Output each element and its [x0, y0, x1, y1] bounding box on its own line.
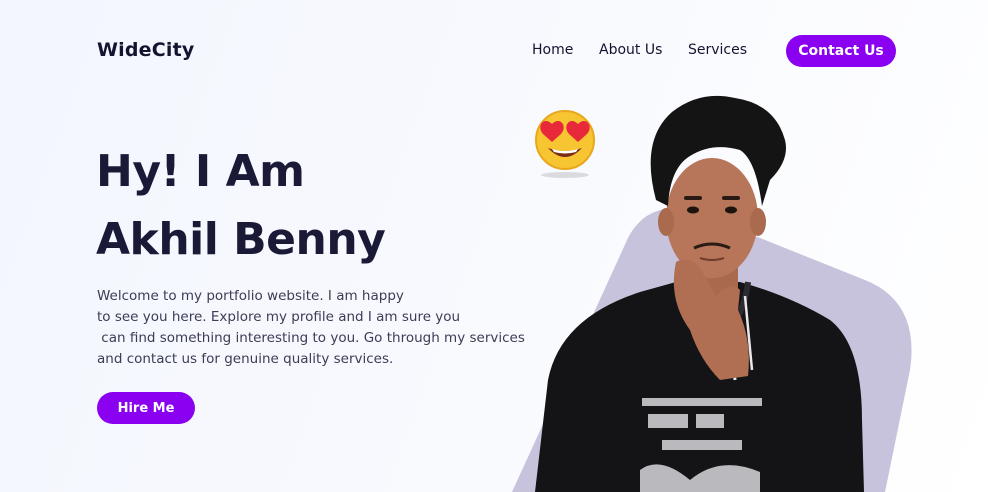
- nav-home[interactable]: Home: [532, 42, 573, 58]
- intro-line: to see you here. Explore my profile and …: [97, 309, 461, 325]
- intro-paragraph: Welcome to my portfolio website. I am ha…: [97, 286, 557, 370]
- intro-line: can find something interesting to you. G…: [97, 330, 525, 346]
- nav-services[interactable]: Services: [688, 42, 747, 58]
- heart-eyes-emoji-icon: [535, 110, 595, 178]
- contact-us-button[interactable]: Contact Us: [786, 35, 896, 67]
- intro-line: Welcome to my portfolio website. I am ha…: [97, 288, 404, 304]
- hero-title-line-2: Akhil Benny: [96, 214, 386, 265]
- intro-line: and contact us for genuine quality servi…: [97, 351, 394, 367]
- site-header: WideCity Home About Us Services Contact …: [0, 0, 988, 100]
- nav-about-us[interactable]: About Us: [599, 42, 662, 58]
- hero-title-line-1: Hy! I Am: [96, 146, 305, 197]
- hire-me-button[interactable]: Hire Me: [97, 392, 195, 424]
